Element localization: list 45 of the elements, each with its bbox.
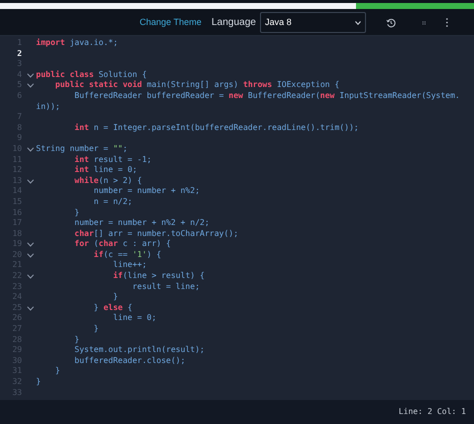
code-line: import java.io.*; <box>36 38 118 49</box>
code-line: if(c == '1') { <box>92 250 162 260</box>
grid-dots-icon[interactable] <box>422 20 426 24</box>
code-line: number = number + n%2; <box>92 186 200 197</box>
code-line: if(line > result) { <box>112 271 205 282</box>
language-select[interactable]: Java 8 <box>260 12 366 33</box>
fold-chevron-icon[interactable] <box>26 178 34 184</box>
code-line: public static void main(String[] args) throws IOException { <box>54 80 340 91</box>
code-line: } else { <box>92 302 132 314</box>
code-line: number = number + n%2 + n/2; <box>74 218 210 229</box>
code-line: result = line; <box>131 282 200 292</box>
fold-chevron-icon[interactable] <box>26 146 34 152</box>
language-label: Language <box>212 16 256 30</box>
fold-chevron-icon[interactable] <box>26 274 34 279</box>
code-line: } <box>112 292 118 303</box>
history-icon[interactable] <box>386 18 396 28</box>
code-line: char[] arr = number.toCharArray(); <box>74 228 238 240</box>
line-number: 2 <box>16 48 23 60</box>
code-line: } <box>92 324 99 335</box>
code-line: String number = ""; <box>36 144 128 155</box>
fold-chevron-icon[interactable] <box>26 252 34 258</box>
code-line: line = 0; <box>112 313 156 324</box>
code-line: } <box>54 366 60 377</box>
code-line: System.out.println(result); <box>74 345 205 356</box>
code-line: while(n > 2) { <box>74 176 142 186</box>
code-line: public class Solution { <box>36 70 147 80</box>
code-line: in)); <box>36 102 60 112</box>
code-line: n = n/2; <box>92 196 132 208</box>
code-line: } <box>36 377 41 388</box>
change-theme-link[interactable]: Change Theme <box>140 16 202 30</box>
code-line: int result = -1; <box>74 154 152 166</box>
code-line: BufferedReader bufferedReader = new BufferedReader(new InputStreamReader(System. <box>74 90 460 102</box>
chevron-down-icon <box>355 20 361 24</box>
fold-chevron-icon[interactable] <box>26 306 34 311</box>
code-line: int line = 0; <box>74 165 138 176</box>
code-line: int n = Integer.parseInt(bufferedReader.readLine().trim()); <box>74 122 359 134</box>
code-line: } <box>74 208 80 218</box>
code-line: line++; <box>112 260 147 272</box>
cursor-position: Line: 2 Col: 1 <box>398 406 466 418</box>
fold-chevron-icon[interactable] <box>26 242 34 248</box>
fold-chevron-icon[interactable] <box>26 72 34 78</box>
fold-chevron-icon[interactable] <box>26 83 34 88</box>
code-line: } <box>74 334 80 346</box>
code-line: for (char c : arr) { <box>74 239 171 250</box>
code-line: bufferedReader.close(); <box>74 356 186 366</box>
